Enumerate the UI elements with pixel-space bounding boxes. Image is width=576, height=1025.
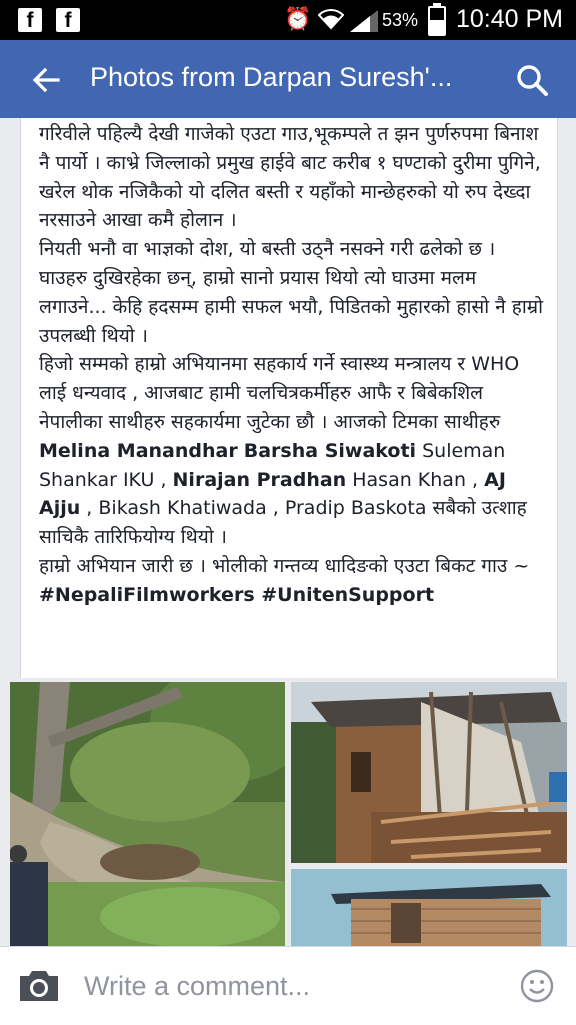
app-bar: Photos from Darpan Suresh'...: [0, 40, 576, 118]
hashtags[interactable]: #NepaliFilmworkers #UnitenSupport: [39, 581, 544, 610]
facebook-icon: f: [18, 8, 42, 32]
battery-fill: [430, 20, 444, 34]
post-paragraph: हाम्रो अभियान जारी छ । भोलीको गन्तव्य धा…: [39, 554, 530, 577]
smiley-icon[interactable]: [520, 969, 554, 1003]
post-card: गरिवीले पहिल्यै देखी गाजेको एउटा गाउ,भूक…: [20, 118, 558, 678]
post-text: गरिवीले पहिल्यै देखी गाजेको एउटा गाउ,भूक…: [39, 120, 544, 610]
tagged-name[interactable]: Barsha Siwakoti: [244, 440, 416, 462]
facebook-icon: f: [56, 8, 80, 32]
arrow-left-icon[interactable]: [28, 62, 64, 98]
post-text-segment: हिजो सम्मको हाम्रो अभियानमा सहकार्य गर्न…: [39, 353, 520, 433]
post-paragraph: नियती भनौ वा भाज्ञको दोश, यो बस्ती उठ्नै…: [39, 238, 544, 347]
tagged-name[interactable]: Melina Manandhar: [39, 440, 238, 462]
wifi-icon: [318, 9, 344, 30]
post-paragraph: हिजो सम्मको हाम्रो अभियानमा सहकार्य गर्न…: [39, 350, 544, 552]
post-paragraph: गरिवीले पहिल्यै देखी गाजेको एउटा गाउ,भूक…: [39, 123, 541, 232]
damaged-brick-house-photo[interactable]: [291, 869, 567, 946]
comment-input[interactable]: [84, 969, 484, 1003]
alarm-icon: ⏰: [284, 7, 312, 32]
collapsed-house-photo[interactable]: [291, 682, 567, 863]
post-text-segment: , Bikash Khatiwada , Pradip Baskota सबैक…: [39, 497, 527, 549]
search-icon[interactable]: [514, 62, 550, 98]
camera-icon[interactable]: [18, 967, 60, 1003]
page-title: Photos from Darpan Suresh'...: [90, 62, 453, 92]
comment-bar: [0, 946, 576, 1025]
battery-icon: [428, 3, 446, 36]
signal-icon: [350, 10, 378, 32]
landslide-forest-photo[interactable]: [10, 682, 285, 946]
clock-time: 10:40 PM: [456, 5, 564, 33]
status-bar: f f ⏰ 53% 10:40 PM: [0, 0, 576, 40]
battery-percent: 53%: [382, 10, 419, 30]
post-text-segment: Hasan Khan ,: [346, 468, 485, 491]
tagged-name[interactable]: Nirajan Pradhan: [173, 469, 347, 491]
